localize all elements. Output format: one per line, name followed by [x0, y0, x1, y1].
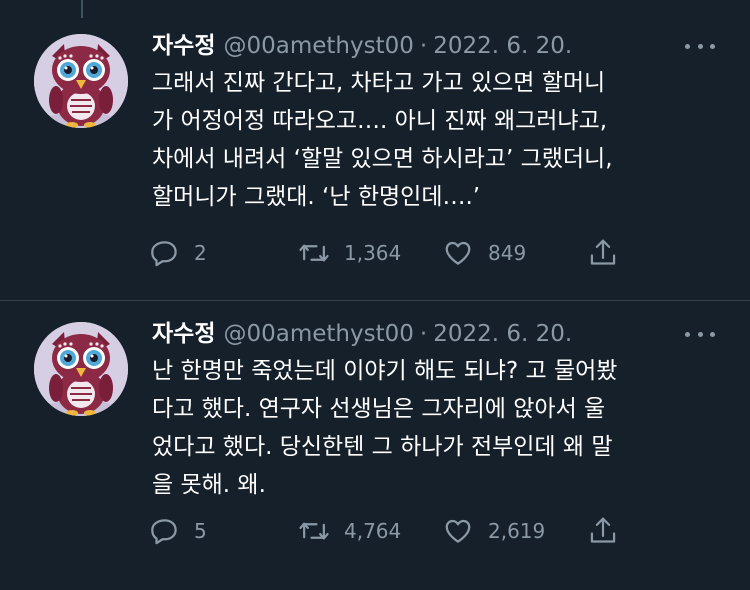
tweet-text-line: 할머니가 그랬대. ‘난 한명인데….’ [152, 184, 481, 210]
retweet-icon [298, 516, 330, 546]
tweet-text: 그래서 진짜 간다고, 차타고 가고 있으면 할머니 가 어정어정 따라오고….… [152, 64, 732, 216]
tweet-actions: 2 1,364 849 [150, 236, 630, 270]
tweet-text-line: 차에서 내려서 ‘할말 있으면 하시라고’ 그랬더니, [152, 146, 613, 172]
tweet-date[interactable]: 2022. 6. 20. [433, 30, 572, 62]
like-button[interactable]: 2,619 [442, 514, 545, 548]
reply-count: 2 [194, 241, 207, 265]
tweet-actions: 5 4,764 2,619 [150, 514, 630, 548]
tweet-header: 자수정 @00amethyst00 · 2022. 6. 20. [152, 318, 572, 350]
retweet-count: 1,364 [344, 241, 402, 265]
user-handle[interactable]: @00amethyst00 [223, 318, 413, 350]
tweet-text-line: 가 어정어정 따라오고…. 아니 진짜 왜그러냐고, [152, 108, 608, 134]
like-button[interactable]: 849 [442, 236, 526, 270]
like-count: 2,619 [488, 519, 546, 543]
reply-icon [150, 238, 180, 268]
user-handle[interactable]: @00amethyst00 [223, 30, 413, 62]
tweet-header: 자수정 @00amethyst00 · 2022. 6. 20. [152, 30, 572, 62]
share-icon [588, 237, 618, 269]
heart-icon [442, 516, 474, 546]
retweet-button[interactable]: 1,364 [298, 236, 401, 270]
tweet-text-line: 그래서 진짜 간다고, 차타고 가고 있으면 할머니 [152, 70, 606, 96]
tweet-text-line: 을 못해. 왜. [152, 472, 266, 498]
more-options-icon[interactable] [685, 34, 715, 58]
share-button[interactable] [588, 514, 618, 548]
tweet-divider [0, 300, 750, 301]
reply-button[interactable]: 2 [150, 236, 207, 270]
more-options-icon[interactable] [685, 322, 715, 346]
avatar[interactable] [34, 34, 128, 128]
tweet-date[interactable]: 2022. 6. 20. [433, 318, 572, 350]
retweet-icon [298, 238, 330, 268]
share-icon [588, 515, 618, 547]
heart-icon [442, 238, 474, 268]
thread-connector-line [81, 0, 83, 18]
reply-count: 5 [194, 519, 207, 543]
tweet-text-line: 다고 했다. 연구자 선생님은 그자리에 앉아서 울 [152, 396, 606, 422]
reply-button[interactable]: 5 [150, 514, 207, 548]
tweet-text-line: 었다고 했다. 당신한텐 그 하나가 전부인데 왜 말 [152, 434, 613, 460]
header-separator: · [419, 321, 428, 347]
avatar[interactable] [34, 322, 128, 416]
share-button[interactable] [588, 236, 618, 270]
reply-icon [150, 516, 180, 546]
header-separator: · [419, 33, 428, 59]
retweet-count: 4,764 [344, 519, 402, 543]
tweet-text-line: 난 한명만 죽었는데 이야기 해도 되냐? 고 물어봤 [152, 358, 618, 384]
display-name[interactable]: 자수정 [152, 30, 215, 62]
like-count: 849 [488, 241, 527, 265]
display-name[interactable]: 자수정 [152, 318, 215, 350]
retweet-button[interactable]: 4,764 [298, 514, 401, 548]
tweet-text: 난 한명만 죽었는데 이야기 해도 되냐? 고 물어봤 다고 했다. 연구자 선… [152, 352, 732, 504]
